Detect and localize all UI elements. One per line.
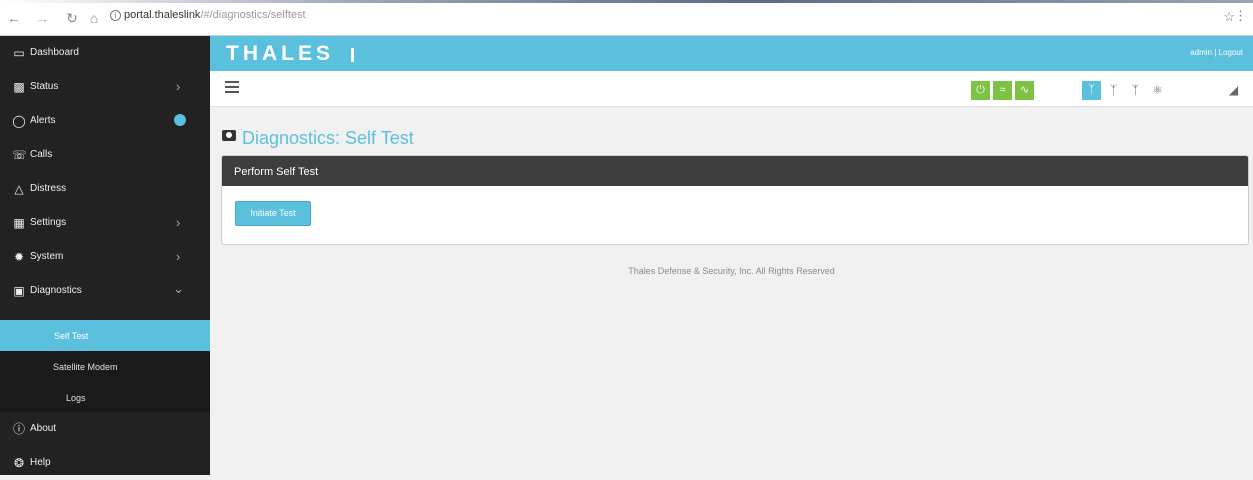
sidebar-subitem-self-test[interactable]: Self Test — [0, 320, 210, 351]
sidebar-item-label: Dashboard — [30, 47, 79, 58]
sidebar-item-label: Diagnostics — [30, 285, 82, 296]
alarm-icon: ◯ — [12, 114, 26, 128]
top-header: THALES admin | Logout — [210, 36, 1253, 71]
medkit-icon — [222, 130, 236, 141]
toolbar: ⏻ ≈ ∿ ᛉ ᛉ ᛉ ⚛ ◢ — [210, 71, 1253, 107]
sidebar-item-label: About — [30, 423, 57, 434]
antenna-2-icon[interactable]: ᛉ — [1104, 81, 1123, 100]
globe-icon[interactable]: ⚛ — [1148, 81, 1167, 100]
signal-status-icon[interactable]: ≈ — [993, 81, 1012, 100]
address-bar[interactable]: portal.thaleslink/#/diagnostics/selftest — [124, 9, 306, 21]
sidebar-item-label: Status — [30, 81, 59, 92]
power-status-icon[interactable]: ⏻ — [971, 81, 990, 100]
sidebar-item-about[interactable]: ⓘ About — [0, 412, 210, 446]
address-path: /#/diagnostics/selftest — [200, 9, 306, 21]
page-title: Diagnostics: Self Test — [242, 128, 414, 148]
sidebar-item-dashboard[interactable]: ▭ Dashboard — [0, 36, 210, 70]
panel-header: Perform Self Test — [222, 156, 1248, 186]
thales-logo: THALES — [226, 42, 334, 65]
sidebar-subitem-logs[interactable]: Logs — [0, 382, 210, 412]
chevron-right-icon: › — [176, 79, 181, 94]
sidebar-item-diagnostics[interactable]: ▣ Diagnostics ⌄ — [0, 274, 210, 308]
warning-icon: △ — [14, 182, 24, 196]
sidebar-item-label: Settings — [30, 217, 67, 228]
chevron-down-icon: ⌄ — [173, 281, 184, 296]
chevron-right-icon: › — [176, 215, 181, 230]
monitor-icon: ▭ — [13, 46, 25, 60]
sidebar-item-label: Calls — [30, 149, 53, 160]
sidebar-item-distress[interactable]: △ Distress — [0, 172, 210, 206]
menu-toggle-icon[interactable] — [225, 81, 239, 95]
forward-arrow-icon[interactable]: → — [34, 10, 50, 26]
alerts-badge — [174, 114, 186, 126]
panel-title: Perform Self Test — [234, 166, 319, 178]
window-top-strip — [0, 0, 1253, 3]
medkit-icon: ▣ — [13, 284, 25, 298]
sidebar-item-alerts[interactable]: ◯ Alerts — [0, 104, 210, 138]
back-arrow-icon[interactable]: ← — [6, 10, 22, 26]
logo-bar — [351, 48, 354, 62]
sidebar-item-label: Distress — [30, 183, 67, 194]
sidebar-item-status[interactable]: ▩ Status › — [0, 70, 210, 104]
sidebar-item-settings[interactable]: ▦ Settings › — [0, 206, 210, 240]
initiate-test-button[interactable]: Initiate Test — [235, 201, 311, 226]
antenna-3-icon[interactable]: ᛉ — [1126, 81, 1145, 100]
address-domain: portal.thaleslink — [124, 9, 201, 21]
self-test-panel: Perform Self Test Initiate Test — [221, 155, 1249, 245]
sidebar-item-system[interactable]: ✹ System › — [0, 240, 210, 274]
sidebar-subitem-label: Logs — [66, 393, 86, 403]
wifi-status-icon[interactable]: ∿ — [1015, 81, 1034, 100]
phone-icon: ☏ — [12, 148, 28, 162]
sidebar-subitem-label: Self Test — [54, 331, 89, 341]
sidebar-subitem-label: Satellite Modem — [53, 362, 118, 372]
signal-strength-icon[interactable]: ◢ — [1224, 81, 1243, 100]
bar-chart-icon: ▩ — [13, 80, 25, 94]
sidebar-subitem-satellite-modem[interactable]: Satellite Modem — [0, 351, 210, 382]
browser-menu-icon[interactable]: ⋮ — [1234, 8, 1247, 24]
site-info-icon[interactable]: i — [110, 10, 121, 21]
sidebar-item-calls[interactable]: ☏ Calls — [0, 138, 210, 172]
browser-toolbar: ← → ↻ ⌂ i portal.thaleslink/#/diagnostic… — [0, 0, 1253, 36]
home-icon[interactable]: ⌂ — [86, 10, 102, 26]
sidebar-item-label: System — [30, 251, 64, 262]
sidebar: ▭ Dashboard ▩ Status › ◯ Alerts ☏ Calls … — [0, 36, 210, 475]
info-icon: ⓘ — [12, 422, 25, 436]
sliders-icon: ▦ — [13, 216, 25, 230]
chevron-right-icon: › — [176, 249, 181, 264]
sidebar-item-label: Alerts — [30, 115, 56, 126]
antenna-1-icon[interactable]: ᛉ — [1082, 81, 1101, 100]
reload-icon[interactable]: ↻ — [64, 10, 80, 26]
user-links[interactable]: admin | Logout — [1190, 48, 1243, 57]
footer-copyright: Thales Defense & Security, Inc. All Righ… — [628, 266, 835, 276]
lifebuoy-icon: ❂ — [13, 456, 25, 470]
gear-icon: ✹ — [13, 250, 25, 264]
sidebar-item-label: Help — [30, 457, 51, 468]
